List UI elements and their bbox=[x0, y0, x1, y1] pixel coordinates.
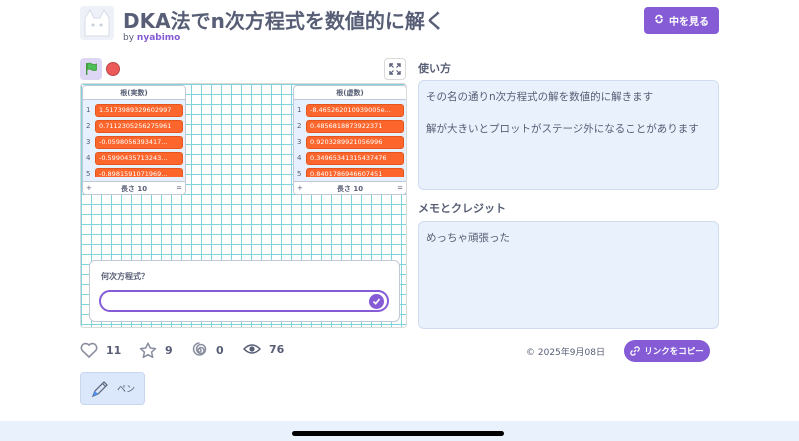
list-item-value[interactable]: 1.5173989329602997 bbox=[95, 104, 183, 117]
list-item: 5 -0.8981591071969... bbox=[83, 167, 185, 177]
favorite-button[interactable]: 9 bbox=[139, 342, 173, 359]
checkmark-icon bbox=[372, 298, 381, 305]
list-item-value[interactable]: -0.8981591071969... bbox=[95, 168, 183, 177]
list-item-value[interactable]: 0.4856818873922371 bbox=[306, 120, 404, 133]
instructions-line: 解が大きいとプロットがステージ外になることがあります bbox=[426, 123, 699, 135]
list-item-value[interactable]: 0.9203289921056996 bbox=[306, 136, 404, 149]
list-item-value[interactable]: -0.5990435713243... bbox=[95, 152, 183, 165]
green-flag-button[interactable] bbox=[80, 58, 102, 80]
views-stat: 76 bbox=[243, 342, 284, 356]
list-item: 1 -8.465262010939005e... bbox=[294, 103, 406, 117]
stop-button[interactable] bbox=[106, 62, 120, 76]
see-inside-label: 中を見る bbox=[669, 17, 709, 28]
fullscreen-button[interactable] bbox=[384, 58, 406, 80]
pen-extension-chip: ペン bbox=[80, 372, 145, 405]
green-flag-icon bbox=[86, 62, 97, 75]
link-icon bbox=[630, 346, 640, 356]
page-title: DKA法でn次方程式を数値的に解く bbox=[123, 9, 445, 33]
resize-handle[interactable]: = bbox=[176, 184, 182, 192]
list-item: 3 0.9203289921056996 bbox=[294, 135, 406, 149]
remix-arrows-icon bbox=[654, 14, 664, 27]
pen-icon bbox=[91, 380, 108, 397]
ask-question: 何次方程式？ bbox=[101, 272, 149, 281]
resize-handle[interactable]: = bbox=[397, 184, 403, 192]
list-length: 長さ 10 bbox=[120, 185, 148, 193]
star-icon bbox=[139, 342, 157, 359]
remix-stat: 0 bbox=[191, 342, 224, 359]
author-link[interactable]: nyabimo bbox=[137, 33, 180, 43]
ask-prompt: 何次方程式？ bbox=[89, 260, 400, 322]
notes-text: めっちゃ頑張った bbox=[426, 232, 510, 244]
list-footer: + 長さ 10 = bbox=[294, 181, 406, 194]
imag-roots-list-monitor[interactable]: 根(虚数) 1 -8.465262010939005e... 2 0.4856818… bbox=[293, 85, 406, 195]
heart-icon bbox=[80, 342, 98, 358]
list-item: 5 0.8401786946607451 bbox=[294, 167, 406, 177]
view-count: 76 bbox=[269, 342, 285, 356]
fullscreen-icon bbox=[389, 63, 401, 75]
list-item-value[interactable]: -8.465262010939005e... bbox=[306, 104, 404, 117]
favorite-count: 9 bbox=[165, 344, 173, 357]
list-footer: + 長さ 10 = bbox=[83, 181, 185, 194]
copy-link-button[interactable]: リンクをコピー bbox=[624, 340, 710, 362]
project-thumbnail[interactable] bbox=[80, 6, 114, 40]
list-item-value[interactable]: 0.34965341315437476 bbox=[306, 152, 404, 165]
instructions-line: その名の通りn次方程式の解を数値的に解きます bbox=[426, 91, 654, 103]
share-date: © 2025年9月08日 bbox=[526, 348, 605, 358]
copy-link-label: リンクをコピー bbox=[644, 347, 704, 357]
list-length: 長さ 10 bbox=[336, 185, 364, 193]
project-stage[interactable]: 根(実数) 1 1.5173989329602997 2 0.71123052562… bbox=[80, 83, 407, 328]
submit-answer-button[interactable] bbox=[369, 294, 384, 309]
list-item: 4 0.34965341315437476 bbox=[294, 151, 406, 165]
home-indicator[interactable] bbox=[292, 431, 504, 436]
remix-count: 0 bbox=[216, 344, 224, 357]
list-item-value[interactable]: 0.7112305256275961 bbox=[95, 120, 183, 133]
list-item: 3 -0.0598056393417... bbox=[83, 135, 185, 149]
see-inside-button[interactable]: 中を見る bbox=[644, 7, 719, 34]
byline: by nyabimo bbox=[123, 33, 180, 43]
remix-spiral-icon bbox=[192, 342, 207, 356]
pen-label: ペン bbox=[117, 385, 136, 395]
eye-icon bbox=[243, 344, 261, 354]
list-item-value[interactable]: 0.8401786946607451 bbox=[306, 168, 404, 177]
list-item: 1 1.5173989329602997 bbox=[83, 103, 185, 117]
instructions-panel: その名の通りn次方程式の解を数値的に解きます 解が大きいとプロットがステージ外に… bbox=[418, 80, 719, 190]
list-title: 根(実数) bbox=[83, 86, 185, 100]
love-button[interactable]: 11 bbox=[80, 342, 121, 358]
list-item-value[interactable]: -0.0598056393417... bbox=[95, 136, 183, 149]
notes-title: メモとクレジット bbox=[418, 202, 506, 215]
list-item: 2 0.7112305256275961 bbox=[83, 119, 185, 133]
list-item: 4 -0.5990435713243... bbox=[83, 151, 185, 165]
instructions-title: 使い方 bbox=[418, 62, 451, 75]
notes-panel: めっちゃ頑張った bbox=[418, 221, 719, 329]
love-count: 11 bbox=[106, 343, 122, 357]
byline-prefix: by bbox=[123, 33, 135, 43]
list-item: 2 0.4856818873922371 bbox=[294, 119, 406, 133]
answer-input[interactable] bbox=[99, 290, 389, 312]
list-title: 根(虚数) bbox=[294, 86, 406, 100]
real-roots-list-monitor[interactable]: 根(実数) 1 1.5173989329602997 2 0.71123052562… bbox=[82, 85, 186, 195]
